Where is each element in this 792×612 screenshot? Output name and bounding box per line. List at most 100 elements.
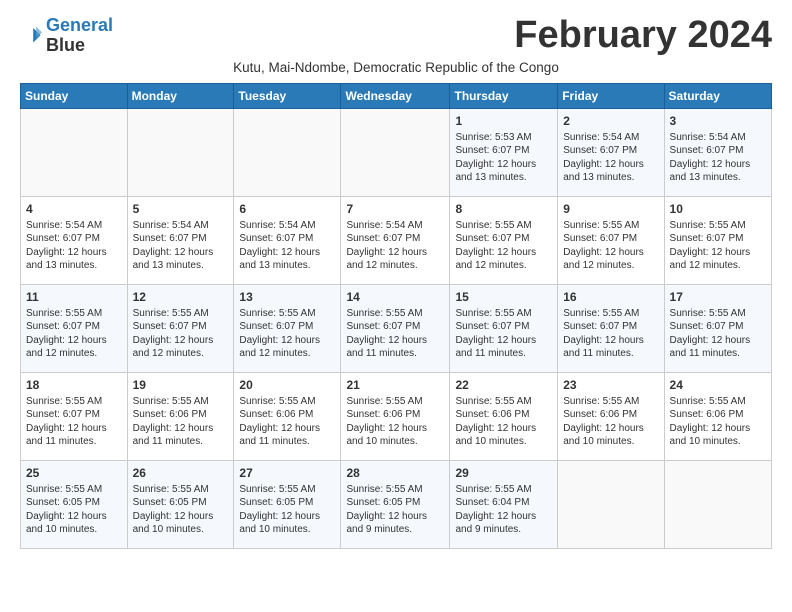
- day-number: 29: [455, 465, 552, 481]
- calendar-cell: 22Sunrise: 5:55 AMSunset: 6:06 PMDayligh…: [450, 372, 558, 460]
- day-info-line: and 13 minutes.: [670, 171, 766, 185]
- day-info-line: Sunset: 6:06 PM: [133, 408, 229, 422]
- day-info-line: Sunrise: 5:54 AM: [563, 131, 658, 145]
- day-info-line: Daylight: 12 hours: [26, 246, 122, 260]
- calendar-cell: 29Sunrise: 5:55 AMSunset: 6:04 PMDayligh…: [450, 460, 558, 548]
- day-info-line: Sunset: 6:07 PM: [26, 408, 122, 422]
- day-info-line: Sunrise: 5:55 AM: [26, 483, 122, 497]
- day-info-line: Sunset: 6:05 PM: [346, 496, 444, 510]
- day-info-line: and 12 minutes.: [346, 259, 444, 273]
- day-number: 20: [239, 377, 335, 393]
- day-info-line: and 11 minutes.: [26, 435, 122, 449]
- calendar-cell: 16Sunrise: 5:55 AMSunset: 6:07 PMDayligh…: [558, 284, 664, 372]
- day-number: 4: [26, 201, 122, 217]
- calendar-cell: 18Sunrise: 5:55 AMSunset: 6:07 PMDayligh…: [21, 372, 128, 460]
- day-info-line: Sunrise: 5:55 AM: [26, 307, 122, 321]
- calendar-week-row: 25Sunrise: 5:55 AMSunset: 6:05 PMDayligh…: [21, 460, 772, 548]
- day-info-line: Sunset: 6:07 PM: [563, 144, 658, 158]
- day-info-line: Daylight: 12 hours: [133, 510, 229, 524]
- day-number: 1: [455, 113, 552, 129]
- day-info-line: Sunrise: 5:54 AM: [239, 219, 335, 233]
- day-number: 10: [670, 201, 766, 217]
- day-info-line: and 10 minutes.: [239, 523, 335, 537]
- day-info-line: Sunset: 6:07 PM: [239, 320, 335, 334]
- day-number: 16: [563, 289, 658, 305]
- day-info-line: Sunset: 6:05 PM: [26, 496, 122, 510]
- day-number: 26: [133, 465, 229, 481]
- day-info-line: Daylight: 12 hours: [563, 422, 658, 436]
- day-of-week-header: Tuesday: [234, 83, 341, 108]
- day-info-line: Daylight: 12 hours: [455, 510, 552, 524]
- day-info-line: Sunrise: 5:55 AM: [455, 307, 552, 321]
- day-info-line: and 11 minutes.: [563, 347, 658, 361]
- day-info-line: Sunrise: 5:55 AM: [455, 395, 552, 409]
- calendar-cell: 20Sunrise: 5:55 AMSunset: 6:06 PMDayligh…: [234, 372, 341, 460]
- day-number: 21: [346, 377, 444, 393]
- day-info-line: Sunrise: 5:55 AM: [239, 307, 335, 321]
- day-info-line: Daylight: 12 hours: [670, 158, 766, 172]
- day-number: 22: [455, 377, 552, 393]
- calendar-cell: 6Sunrise: 5:54 AMSunset: 6:07 PMDaylight…: [234, 196, 341, 284]
- calendar-cell: 17Sunrise: 5:55 AMSunset: 6:07 PMDayligh…: [664, 284, 771, 372]
- calendar-cell: 23Sunrise: 5:55 AMSunset: 6:06 PMDayligh…: [558, 372, 664, 460]
- day-info-line: Sunrise: 5:55 AM: [563, 395, 658, 409]
- logo-text: General Blue: [46, 16, 113, 56]
- calendar-cell: [664, 460, 771, 548]
- day-info-line: Sunrise: 5:55 AM: [670, 395, 766, 409]
- day-info-line: Sunrise: 5:55 AM: [239, 395, 335, 409]
- day-number: 15: [455, 289, 552, 305]
- day-info-line: Sunset: 6:07 PM: [670, 232, 766, 246]
- day-info-line: and 9 minutes.: [346, 523, 444, 537]
- day-info-line: Sunrise: 5:55 AM: [563, 307, 658, 321]
- day-info-line: Sunset: 6:06 PM: [670, 408, 766, 422]
- day-info-line: Sunrise: 5:54 AM: [346, 219, 444, 233]
- calendar-cell: 27Sunrise: 5:55 AMSunset: 6:05 PMDayligh…: [234, 460, 341, 548]
- day-info-line: and 10 minutes.: [563, 435, 658, 449]
- day-info-line: Sunrise: 5:55 AM: [133, 395, 229, 409]
- day-info-line: and 12 minutes.: [455, 259, 552, 273]
- subtitle: Kutu, Mai-Ndombe, Democratic Republic of…: [20, 60, 772, 75]
- day-info-line: Sunrise: 5:55 AM: [133, 483, 229, 497]
- day-info-line: Sunrise: 5:55 AM: [346, 483, 444, 497]
- day-info-line: Daylight: 12 hours: [455, 334, 552, 348]
- calendar-cell: 4Sunrise: 5:54 AMSunset: 6:07 PMDaylight…: [21, 196, 128, 284]
- page-header: General Blue February 2024: [20, 16, 772, 56]
- calendar-cell: [234, 108, 341, 196]
- day-info-line: Sunrise: 5:54 AM: [133, 219, 229, 233]
- calendar-cell: 25Sunrise: 5:55 AMSunset: 6:05 PMDayligh…: [21, 460, 128, 548]
- day-info-line: Daylight: 12 hours: [133, 334, 229, 348]
- calendar-cell: 10Sunrise: 5:55 AMSunset: 6:07 PMDayligh…: [664, 196, 771, 284]
- day-info-line: and 11 minutes.: [133, 435, 229, 449]
- day-info-line: Daylight: 12 hours: [26, 422, 122, 436]
- day-info-line: Daylight: 12 hours: [346, 246, 444, 260]
- day-of-week-header: Friday: [558, 83, 664, 108]
- calendar-week-row: 4Sunrise: 5:54 AMSunset: 6:07 PMDaylight…: [21, 196, 772, 284]
- day-info-line: and 12 minutes.: [670, 259, 766, 273]
- day-info-line: Sunset: 6:07 PM: [346, 232, 444, 246]
- day-of-week-header: Thursday: [450, 83, 558, 108]
- day-number: 3: [670, 113, 766, 129]
- calendar-cell: 28Sunrise: 5:55 AMSunset: 6:05 PMDayligh…: [341, 460, 450, 548]
- day-info-line: Sunset: 6:05 PM: [239, 496, 335, 510]
- logo: General Blue: [20, 16, 113, 56]
- calendar-week-row: 11Sunrise: 5:55 AMSunset: 6:07 PMDayligh…: [21, 284, 772, 372]
- day-info-line: Sunset: 6:06 PM: [563, 408, 658, 422]
- calendar-header-row: SundayMondayTuesdayWednesdayThursdayFrid…: [21, 83, 772, 108]
- day-info-line: Sunset: 6:06 PM: [346, 408, 444, 422]
- day-number: 8: [455, 201, 552, 217]
- day-info-line: Sunrise: 5:55 AM: [346, 395, 444, 409]
- day-info-line: Daylight: 12 hours: [346, 510, 444, 524]
- day-info-line: and 13 minutes.: [455, 171, 552, 185]
- day-info-line: and 13 minutes.: [133, 259, 229, 273]
- day-info-line: Sunset: 6:07 PM: [26, 320, 122, 334]
- day-info-line: Sunset: 6:07 PM: [455, 144, 552, 158]
- day-info-line: Daylight: 12 hours: [26, 510, 122, 524]
- day-number: 5: [133, 201, 229, 217]
- day-number: 14: [346, 289, 444, 305]
- day-info-line: Sunrise: 5:55 AM: [133, 307, 229, 321]
- calendar-cell: [21, 108, 128, 196]
- logo-icon: [20, 25, 42, 47]
- day-info-line: Sunrise: 5:55 AM: [455, 219, 552, 233]
- day-info-line: and 12 minutes.: [133, 347, 229, 361]
- day-info-line: Sunset: 6:07 PM: [563, 232, 658, 246]
